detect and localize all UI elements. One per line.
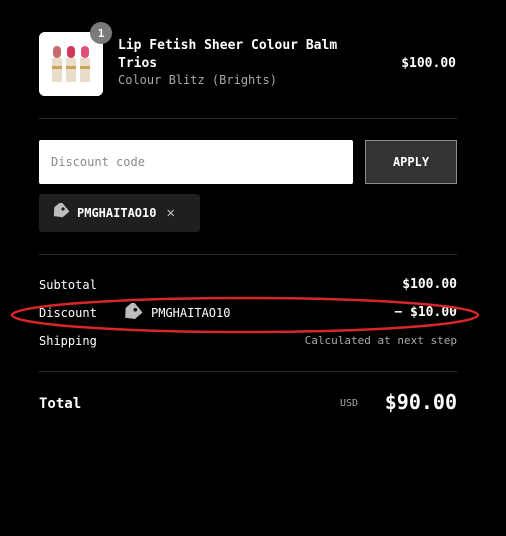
divider <box>39 118 457 119</box>
total-label: Total <box>39 396 82 412</box>
total-value: $90.00 <box>384 390 457 414</box>
divider <box>39 254 457 255</box>
remove-discount-icon[interactable]: ✕ <box>166 206 174 220</box>
applied-discount-code: PMGHAITAO10 <box>77 206 157 220</box>
highlight-circle <box>10 296 480 334</box>
product-variant: Colour Blitz (Brights) <box>118 73 277 87</box>
applied-discount-chip: PMGHAITAO10 ✕ <box>39 194 200 232</box>
currency-label: USD <box>340 398 359 409</box>
subtotal-label: Subtotal <box>39 278 97 292</box>
product-price: $100.00 <box>401 56 456 71</box>
apply-button[interactable]: APPLY <box>365 140 457 184</box>
divider <box>39 371 457 372</box>
shipping-value: Calculated at next step <box>304 334 457 347</box>
subtotal-value: $100.00 <box>402 277 457 292</box>
discount-code-input[interactable] <box>39 140 353 184</box>
tag-icon <box>51 201 70 223</box>
shipping-label: Shipping <box>39 334 97 348</box>
quantity-badge: 1 <box>90 22 112 44</box>
product-title: Lip Fetish Sheer Colour Balm Trios <box>118 38 338 71</box>
